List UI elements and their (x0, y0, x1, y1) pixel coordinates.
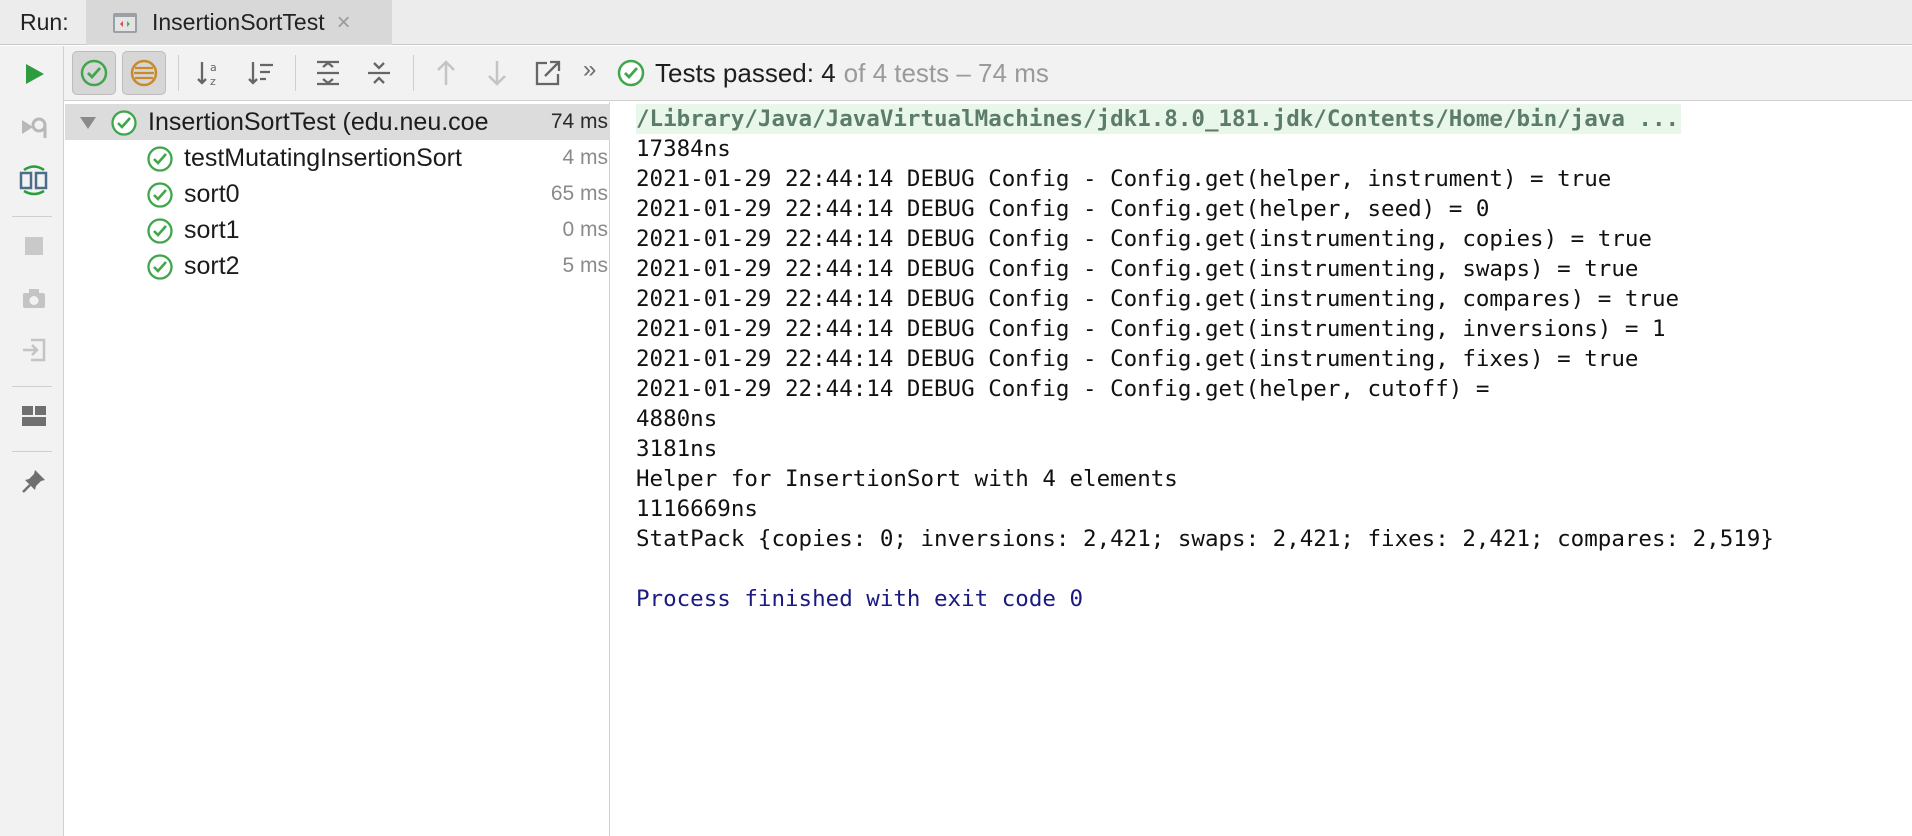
run-tab-title: InsertionSortTest (152, 9, 325, 35)
check-circle-icon (147, 146, 173, 172)
sort-alphabetically-icon[interactable]: a z (188, 51, 232, 95)
tree-test-row[interactable]: sort0 65 ms (65, 176, 610, 212)
ignored-icon (130, 59, 158, 87)
pin-icon[interactable] (14, 461, 54, 501)
toolbar-divider (12, 216, 52, 217)
tree-test-row[interactable]: sort1 0 ms (65, 212, 610, 248)
process-exit-message: Process finished with exit code 0 (636, 586, 1084, 612)
test-time: 5 ms (562, 254, 608, 277)
console-line: 2021-01-29 22:44:14 DEBUG Config - Confi… (636, 286, 1680, 312)
console-line: 2021-01-29 22:44:14 DEBUG Config - Confi… (636, 196, 1490, 222)
tree-test-row[interactable]: testMutatingInsertionSort 4 ms (65, 140, 610, 176)
console-line: 2021-01-29 22:44:14 DEBUG Config - Confi… (636, 256, 1639, 282)
console-line: 3181ns (636, 436, 718, 462)
test-time: 65 ms (550, 182, 608, 205)
check-circle-icon (617, 59, 645, 87)
close-icon[interactable]: × (337, 10, 351, 35)
export-icon[interactable] (526, 51, 570, 95)
toolbar-divider (295, 55, 296, 91)
console-line: 2021-01-29 22:44:14 DEBUG Config - Confi… (636, 346, 1639, 372)
previous-failed-icon[interactable] (424, 51, 468, 95)
console-line: 17384ns (636, 136, 731, 162)
svg-text:z: z (210, 75, 216, 88)
rerun-icon[interactable] (14, 54, 54, 94)
check-circle-icon (147, 182, 173, 208)
rerun-failed-icon[interactable] (14, 107, 54, 147)
test-time: 4 ms (562, 146, 608, 169)
tree-root-time: 74 ms (550, 110, 608, 133)
expand-all-icon[interactable] (306, 51, 350, 95)
console-line: 2021-01-29 22:44:14 DEBUG Config - Confi… (636, 316, 1666, 342)
tree-test-row[interactable]: sort2 5 ms (65, 248, 610, 284)
console-command-line[interactable]: /Library/Java/JavaVirtualMachines/jdk1.8… (636, 104, 1682, 134)
toolbar-divider (12, 386, 52, 387)
svg-text:a: a (210, 61, 217, 74)
console-line: 4880ns (636, 406, 718, 432)
check-circle-icon (111, 110, 137, 136)
test-tree: InsertionSortTest (edu.neu.coe 74 ms tes… (65, 102, 610, 836)
exit-icon[interactable] (14, 330, 54, 370)
test-time: 0 ms (562, 218, 608, 241)
sort-by-duration-icon[interactable] (239, 51, 283, 95)
test-name: sort2 (184, 252, 240, 280)
check-circle-icon (147, 254, 173, 280)
console-line: 2021-01-29 22:44:14 DEBUG Config - Confi… (636, 376, 1490, 402)
show-passed-button[interactable] (72, 51, 116, 95)
run-tab-bar: Run: InsertionSortTest × (0, 0, 1912, 45)
console-line: StatPack {copies: 0; inversions: 2,421; … (636, 526, 1774, 552)
test-config-icon (113, 12, 137, 33)
console-output[interactable]: /Library/Java/JavaVirtualMachines/jdk1.8… (611, 102, 1912, 836)
test-name: sort1 (184, 216, 240, 244)
show-ignored-button[interactable] (122, 51, 166, 95)
run-side-toolbar (0, 46, 64, 836)
stop-icon[interactable] (14, 226, 54, 266)
check-circle-icon (80, 59, 108, 87)
test-runner-toolbar: a z » Tests passed: 4 of 4 tests – 74 ms (64, 46, 1912, 101)
tests-passed-label: Tests passed: 4 (655, 57, 836, 88)
layout-icon[interactable] (14, 396, 54, 436)
tree-root-row[interactable]: InsertionSortTest (edu.neu.coe 74 ms (65, 104, 610, 140)
camera-icon[interactable] (14, 279, 54, 319)
console-line: 1116669ns (636, 496, 758, 522)
toggle-auto-test-icon[interactable] (14, 160, 54, 200)
console-line: Helper for InsertionSort with 4 elements (636, 466, 1178, 492)
run-label: Run: (20, 9, 69, 35)
next-failed-icon[interactable] (475, 51, 519, 95)
toolbar-divider (12, 451, 52, 452)
check-circle-icon (147, 218, 173, 244)
test-name: testMutatingInsertionSort (184, 144, 462, 172)
console-line: 2021-01-29 22:44:14 DEBUG Config - Confi… (636, 226, 1652, 252)
run-tab[interactable]: InsertionSortTest × (86, 0, 392, 45)
console-line: 2021-01-29 22:44:14 DEBUG Config - Confi… (636, 166, 1612, 192)
test-name: sort0 (184, 180, 240, 208)
collapse-all-icon[interactable] (357, 51, 401, 95)
toolbar-divider (413, 55, 414, 91)
test-status: Tests passed: 4 of 4 tests – 74 ms (617, 51, 1049, 95)
expand-arrow-icon[interactable] (79, 116, 97, 130)
tests-summary-label: of 4 tests – 74 ms (843, 57, 1049, 88)
tree-root-label: InsertionSortTest (edu.neu.coe (148, 108, 489, 136)
more-actions-chevron[interactable]: » (583, 56, 596, 84)
toolbar-divider (178, 55, 179, 91)
